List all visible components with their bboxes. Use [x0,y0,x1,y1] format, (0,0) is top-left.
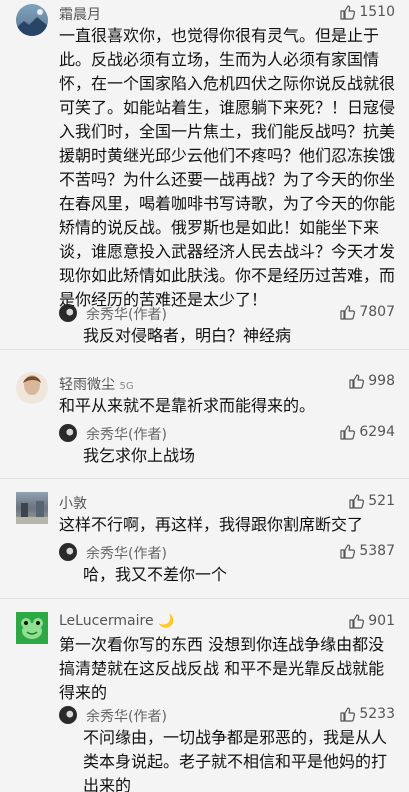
reply-like-button[interactable]: 7807 [339,304,395,320]
author-avatar[interactable] [59,543,77,561]
like-button[interactable]: 1510 [339,4,395,20]
comment-text: 这样不行啊，再这样，我得跟你割席断交了 [59,515,364,534]
avatar-art [23,375,41,395]
thumbs-up-icon [349,614,365,629]
username-text: 轻雨微尘 [59,377,115,393]
avatar-art [16,501,48,524]
author-avatar[interactable] [59,706,77,724]
avatar-art [16,9,48,36]
thumbs-up-icon [340,544,356,559]
divider [0,598,409,599]
reply-username[interactable]: 余秀华(作者) [86,543,167,563]
reply-like-button[interactable]: 5387 [339,543,395,559]
like-button[interactable]: 901 [348,613,395,629]
comment-username[interactable]: 霜晨月 [59,4,101,24]
avatar-art [21,618,43,639]
like-button[interactable]: 521 [348,493,395,509]
avatar[interactable] [16,612,48,644]
moon-badge: 🌙 [158,614,175,629]
like-count: 998 [368,373,395,389]
comment-username[interactable]: LeLucermaire 🌙 [59,613,174,629]
author-avatar[interactable] [59,304,77,322]
avatar[interactable] [16,4,48,36]
comment-item: 小敦 521 这样不行啊，再这样，我得跟你割席断交了 余秀华(作者) 5387 … [0,492,409,598]
comment-text: 第一次看你写的东西 没想到你连战争缘由都没搞清楚就在这反战反战 和平不是光靠反战… [59,635,385,702]
author-reply: 余秀华(作者) 5233 不问缘由，一切战争都是邪恶的，我是从人类本身说起。老子… [59,704,395,792]
avatar[interactable] [16,492,48,524]
like-count: 5387 [359,543,395,559]
reply-like-button[interactable]: 5233 [339,706,395,722]
author-reply: 余秀华(作者) 7807 我反对侵略者，明白？神经病 [59,302,395,346]
reply-like-button[interactable]: 6294 [339,424,395,440]
like-count: 5233 [359,706,395,722]
comment-username[interactable]: 轻雨微尘 5G [59,374,134,394]
thumbs-up-icon [340,305,356,320]
thumbs-up-icon [340,5,356,20]
like-button[interactable]: 998 [348,373,395,389]
comment-list: 霜晨月 1510 一直很喜欢你，也觉得你很有灵气。但是止于此。反战必须有立场，生… [0,0,409,792]
reply-username[interactable]: 余秀华(作者) [86,304,167,324]
thumbs-up-icon [340,425,356,440]
comment-item: LeLucermaire 🌙 901 第一次看你写的东西 没想到你连战争缘由都没… [0,610,409,792]
comment-item: 轻雨微尘 5G 998 和平从来就不是靠祈求而能得来的。 余秀华(作者) 629… [0,368,409,478]
like-count: 7807 [359,304,395,320]
reply-text: 我乞求你上战场 [83,446,196,465]
like-count: 901 [368,613,395,629]
username-text: LeLucermaire [59,613,154,629]
like-count: 521 [368,493,395,509]
thumbs-up-icon [349,374,365,389]
author-reply: 余秀华(作者) 5387 哈，我又不差你一个 [59,542,395,586]
like-count: 6294 [359,424,395,440]
reply-text: 不问缘由，一切战争都是邪恶的，我是从人类本身说起。老子就不相信和平是他妈的打出来… [83,728,388,792]
comment-text: 和平从来就不是靠祈求而能得来的。 [59,396,316,415]
avatar[interactable] [16,372,48,404]
thumbs-up-icon [349,494,365,509]
reply-username[interactable]: 余秀华(作者) [86,706,167,726]
reply-text: 哈，我又不差你一个 [83,565,228,584]
comment-item: 霜晨月 1510 一直很喜欢你，也觉得你很有灵气。但是止于此。反战必须有立场，生… [0,0,409,349]
thumbs-up-icon [340,707,356,722]
reply-text: 我反对侵略者，明白？神经病 [83,326,292,345]
comment-username[interactable]: 小敦 [59,493,87,513]
reply-username[interactable]: 余秀华(作者) [86,424,167,444]
divider [0,349,409,350]
network-badge: 5G [119,381,134,392]
divider [0,478,409,479]
comment-text: 一直很喜欢你，也觉得你很有灵气。但是止于此。反战必须有立场，生而为人必须有家国情… [59,26,396,309]
like-count: 1510 [359,4,395,20]
author-reply: 余秀华(作者) 6294 我乞求你上战场 [59,422,395,466]
author-avatar[interactable] [59,424,77,442]
